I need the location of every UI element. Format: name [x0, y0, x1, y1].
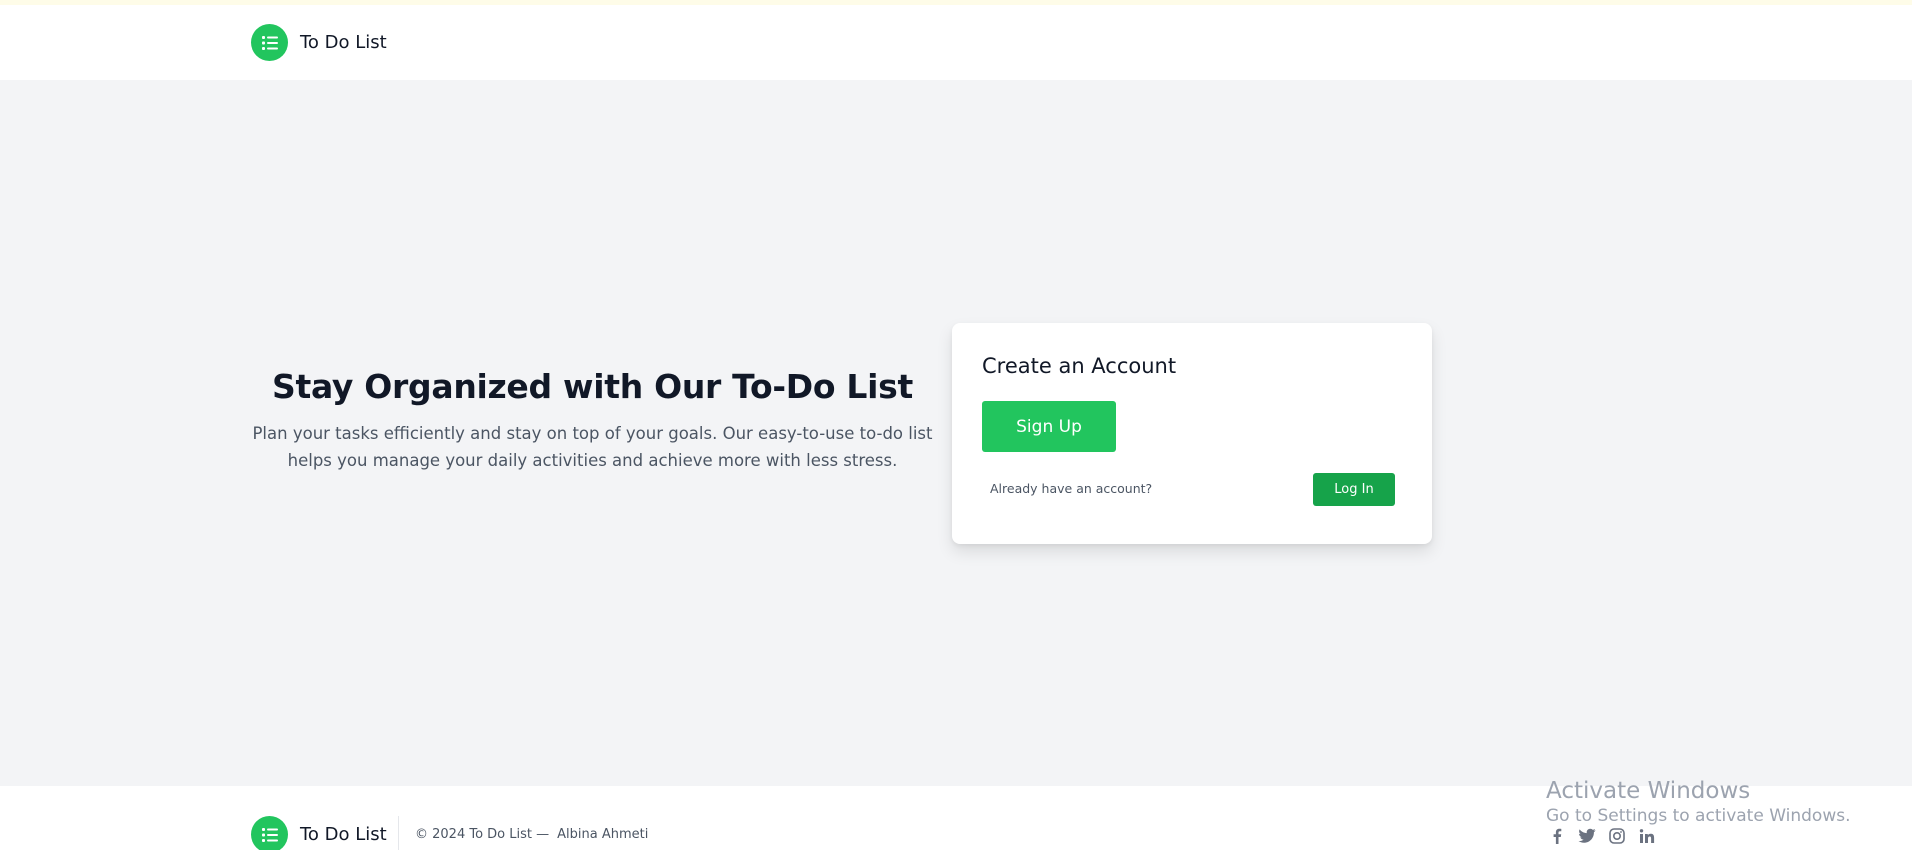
facebook-icon[interactable]: [1547, 826, 1567, 846]
watermark-line1: Activate Windows: [1546, 778, 1751, 804]
hero-title: Stay Organized with Our To-Do List: [272, 367, 913, 406]
card-title: Create an Account: [982, 354, 1177, 378]
activate-windows-watermark: Activate Windows Go to Settings to activ…: [1546, 778, 1851, 826]
author-name[interactable]: Albina Ahmeti: [557, 827, 648, 842]
footer-divider: [398, 816, 399, 850]
twitter-icon[interactable]: [1577, 826, 1597, 846]
already-have-account-text: Already have an account?: [990, 481, 1153, 496]
footer-brand[interactable]: To Do List: [251, 816, 387, 850]
footer-brand-name: To Do List: [300, 824, 387, 845]
login-button[interactable]: Log In: [1313, 473, 1395, 506]
hero-section: Stay Organized with Our To-Do List Plan …: [251, 362, 934, 474]
hero-description: Plan your tasks efficiently and stay on …: [252, 424, 933, 470]
social-links: [1547, 826, 1667, 846]
site-header: To Do List: [0, 5, 1912, 80]
watermark-line2: Go to Settings to activate Windows.: [1546, 806, 1851, 826]
list-icon: [251, 24, 288, 61]
list-icon: [251, 816, 288, 850]
brand-name: To Do List: [300, 32, 387, 53]
linkedin-icon[interactable]: [1637, 826, 1657, 846]
signup-button[interactable]: Sign Up: [982, 401, 1116, 452]
copyright-text: © 2024 To Do List —: [415, 827, 550, 842]
signup-card: Create an Account Sign Up Already have a…: [952, 323, 1432, 544]
header-brand[interactable]: To Do List: [251, 24, 387, 61]
instagram-icon[interactable]: [1607, 826, 1627, 846]
copyright: © 2024 To Do List — Albina Ahmeti: [415, 827, 648, 842]
